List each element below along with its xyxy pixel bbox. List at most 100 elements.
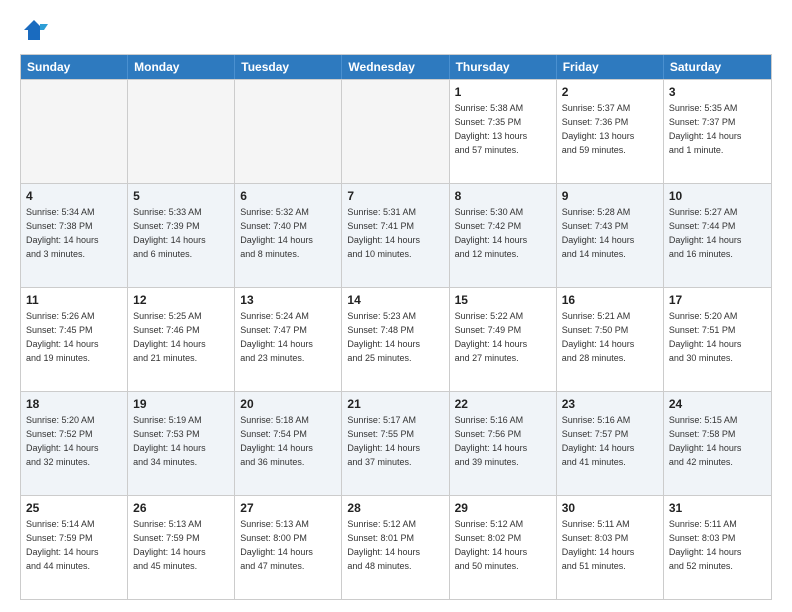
calendar-body: 1 Sunrise: 5:38 AM Sunset: 7:35 PM Daylig… — [21, 79, 771, 599]
cal-cell-3-2: 12 Sunrise: 5:25 AM Sunset: 7:46 PM Dayli… — [128, 288, 235, 391]
cell-text: Sunrise: 5:30 AM Sunset: 7:42 PM Dayligh… — [455, 207, 528, 258]
cell-text: Sunrise: 5:35 AM Sunset: 7:37 PM Dayligh… — [669, 103, 742, 154]
cell-text: Sunrise: 5:22 AM Sunset: 7:49 PM Dayligh… — [455, 311, 528, 362]
cell-text: Sunrise: 5:28 AM Sunset: 7:43 PM Dayligh… — [562, 207, 635, 258]
cal-cell-2-3: 6 Sunrise: 5:32 AM Sunset: 7:40 PM Daylig… — [235, 184, 342, 287]
calendar: SundayMondayTuesdayWednesdayThursdayFrid… — [20, 54, 772, 600]
day-number: 12 — [133, 292, 229, 308]
cal-cell-2-6: 9 Sunrise: 5:28 AM Sunset: 7:43 PM Daylig… — [557, 184, 664, 287]
cal-cell-2-1: 4 Sunrise: 5:34 AM Sunset: 7:38 PM Daylig… — [21, 184, 128, 287]
cell-text: Sunrise: 5:20 AM Sunset: 7:52 PM Dayligh… — [26, 415, 99, 466]
calendar-row-2: 4 Sunrise: 5:34 AM Sunset: 7:38 PM Daylig… — [21, 183, 771, 287]
day-number: 28 — [347, 500, 443, 516]
day-number: 6 — [240, 188, 336, 204]
cal-cell-2-7: 10 Sunrise: 5:27 AM Sunset: 7:44 PM Dayli… — [664, 184, 771, 287]
calendar-row-1: 1 Sunrise: 5:38 AM Sunset: 7:35 PM Daylig… — [21, 79, 771, 183]
cal-cell-4-7: 24 Sunrise: 5:15 AM Sunset: 7:58 PM Dayli… — [664, 392, 771, 495]
cal-cell-4-2: 19Sunrise: 5:19 AM Sunset: 7:53 PM Dayli… — [128, 392, 235, 495]
page: SundayMondayTuesdayWednesdayThursdayFrid… — [0, 0, 792, 612]
day-number: 5 — [133, 188, 229, 204]
day-number: 19 — [133, 396, 229, 412]
calendar-row-4: 18 Sunrise: 5:20 AM Sunset: 7:52 PM Dayli… — [21, 391, 771, 495]
cell-text: Sunrise: 5:38 AM Sunset: 7:35 PM Dayligh… — [455, 103, 528, 154]
cal-cell-1-7: 3 Sunrise: 5:35 AM Sunset: 7:37 PM Daylig… — [664, 80, 771, 183]
cal-cell-3-5: 15 Sunrise: 5:22 AM Sunset: 7:49 PM Dayli… — [450, 288, 557, 391]
day-number: 3 — [669, 84, 766, 100]
cell-text: Sunrise: 5:16 AM Sunset: 7:56 PM Dayligh… — [455, 415, 528, 466]
cell-text: Sunrise: 5:31 AM Sunset: 7:41 PM Dayligh… — [347, 207, 420, 258]
day-number: 8 — [455, 188, 551, 204]
cell-text: Sunrise: 5:33 AM Sunset: 7:39 PM Dayligh… — [133, 207, 206, 258]
day-number: 16 — [562, 292, 658, 308]
header-cell-saturday: Saturday — [664, 55, 771, 79]
header-cell-monday: Monday — [128, 55, 235, 79]
cell-text: Sunrise: 5:13 AM Sunset: 8:00 PM Dayligh… — [240, 519, 313, 570]
cell-text: Sunrise: 5:34 AM Sunset: 7:38 PM Dayligh… — [26, 207, 99, 258]
header-cell-wednesday: Wednesday — [342, 55, 449, 79]
cell-text: Sunrise: 5:12 AM Sunset: 8:01 PM Dayligh… — [347, 519, 420, 570]
day-number: 24 — [669, 396, 766, 412]
cal-cell-1-1 — [21, 80, 128, 183]
day-number: 9 — [562, 188, 658, 204]
cal-cell-5-7: 31Sunrise: 5:11 AM Sunset: 8:03 PM Dayli… — [664, 496, 771, 599]
day-number: 23 — [562, 396, 658, 412]
day-number: 26 — [133, 500, 229, 516]
cell-text: Sunrise: 5:12 AM Sunset: 8:02 PM Dayligh… — [455, 519, 528, 570]
calendar-row-5: 25 Sunrise: 5:14 AM Sunset: 7:59 PM Dayli… — [21, 495, 771, 599]
cal-cell-3-1: 11 Sunrise: 5:26 AM Sunset: 7:45 PM Dayli… — [21, 288, 128, 391]
cell-text: Sunrise: 5:17 AM Sunset: 7:55 PM Dayligh… — [347, 415, 420, 466]
day-number: 21 — [347, 396, 443, 412]
calendar-row-3: 11 Sunrise: 5:26 AM Sunset: 7:45 PM Dayli… — [21, 287, 771, 391]
day-number: 18 — [26, 396, 122, 412]
cal-cell-4-6: 23 Sunrise: 5:16 AM Sunset: 7:57 PM Dayli… — [557, 392, 664, 495]
cell-text: Sunrise: 5:24 AM Sunset: 7:47 PM Dayligh… — [240, 311, 313, 362]
cell-text: Sunrise: 5:27 AM Sunset: 7:44 PM Dayligh… — [669, 207, 742, 258]
logo-icon — [20, 16, 48, 44]
cell-text: Sunrise: 5:23 AM Sunset: 7:48 PM Dayligh… — [347, 311, 420, 362]
day-number: 7 — [347, 188, 443, 204]
day-number: 4 — [26, 188, 122, 204]
day-number: 27 — [240, 500, 336, 516]
cell-text: Sunrise: 5:37 AM Sunset: 7:36 PM Dayligh… — [562, 103, 635, 154]
cal-cell-4-5: 22 Sunrise: 5:16 AM Sunset: 7:56 PM Dayli… — [450, 392, 557, 495]
header-cell-sunday: Sunday — [21, 55, 128, 79]
day-number: 1 — [455, 84, 551, 100]
cal-cell-1-4 — [342, 80, 449, 183]
cal-cell-2-4: 7 Sunrise: 5:31 AM Sunset: 7:41 PM Daylig… — [342, 184, 449, 287]
cal-cell-3-7: 17Sunrise: 5:20 AM Sunset: 7:51 PM Dayli… — [664, 288, 771, 391]
cell-text: Sunrise: 5:13 AM Sunset: 7:59 PM Dayligh… — [133, 519, 206, 570]
cal-cell-2-5: 8 Sunrise: 5:30 AM Sunset: 7:42 PM Daylig… — [450, 184, 557, 287]
cal-cell-3-3: 13 Sunrise: 5:24 AM Sunset: 7:47 PM Dayli… — [235, 288, 342, 391]
header-cell-tuesday: Tuesday — [235, 55, 342, 79]
cal-cell-1-6: 2 Sunrise: 5:37 AM Sunset: 7:36 PM Daylig… — [557, 80, 664, 183]
cell-text: Sunrise: 5:21 AM Sunset: 7:50 PM Dayligh… — [562, 311, 635, 362]
day-number: 2 — [562, 84, 658, 100]
cell-text: Sunrise: 5:18 AM Sunset: 7:54 PM Dayligh… — [240, 415, 313, 466]
cell-text: Sunrise: 5:32 AM Sunset: 7:40 PM Dayligh… — [240, 207, 313, 258]
cal-cell-1-3 — [235, 80, 342, 183]
cal-cell-3-4: 14Sunrise: 5:23 AM Sunset: 7:48 PM Dayli… — [342, 288, 449, 391]
calendar-header: SundayMondayTuesdayWednesdayThursdayFrid… — [21, 55, 771, 79]
day-number: 25 — [26, 500, 122, 516]
cal-cell-5-6: 30 Sunrise: 5:11 AM Sunset: 8:03 PM Dayli… — [557, 496, 664, 599]
day-number: 11 — [26, 292, 122, 308]
cal-cell-4-1: 18 Sunrise: 5:20 AM Sunset: 7:52 PM Dayli… — [21, 392, 128, 495]
cal-cell-5-3: 27 Sunrise: 5:13 AM Sunset: 8:00 PM Dayli… — [235, 496, 342, 599]
cell-text: Sunrise: 5:25 AM Sunset: 7:46 PM Dayligh… — [133, 311, 206, 362]
day-number: 22 — [455, 396, 551, 412]
day-number: 13 — [240, 292, 336, 308]
day-number: 10 — [669, 188, 766, 204]
cell-text: Sunrise: 5:15 AM Sunset: 7:58 PM Dayligh… — [669, 415, 742, 466]
cell-text: Sunrise: 5:26 AM Sunset: 7:45 PM Dayligh… — [26, 311, 99, 362]
cal-cell-1-5: 1 Sunrise: 5:38 AM Sunset: 7:35 PM Daylig… — [450, 80, 557, 183]
header-cell-thursday: Thursday — [450, 55, 557, 79]
cal-cell-3-6: 16 Sunrise: 5:21 AM Sunset: 7:50 PM Dayli… — [557, 288, 664, 391]
day-number: 31 — [669, 500, 766, 516]
cal-cell-2-2: 5 Sunrise: 5:33 AM Sunset: 7:39 PM Daylig… — [128, 184, 235, 287]
day-number: 15 — [455, 292, 551, 308]
day-number: 30 — [562, 500, 658, 516]
cell-text: Sunrise: 5:16 AM Sunset: 7:57 PM Dayligh… — [562, 415, 635, 466]
cell-text: Sunrise: 5:11 AM Sunset: 8:03 PM Dayligh… — [562, 519, 635, 570]
cal-cell-5-4: 28 Sunrise: 5:12 AM Sunset: 8:01 PM Dayli… — [342, 496, 449, 599]
cell-text: Sunrise: 5:14 AM Sunset: 7:59 PM Dayligh… — [26, 519, 99, 570]
